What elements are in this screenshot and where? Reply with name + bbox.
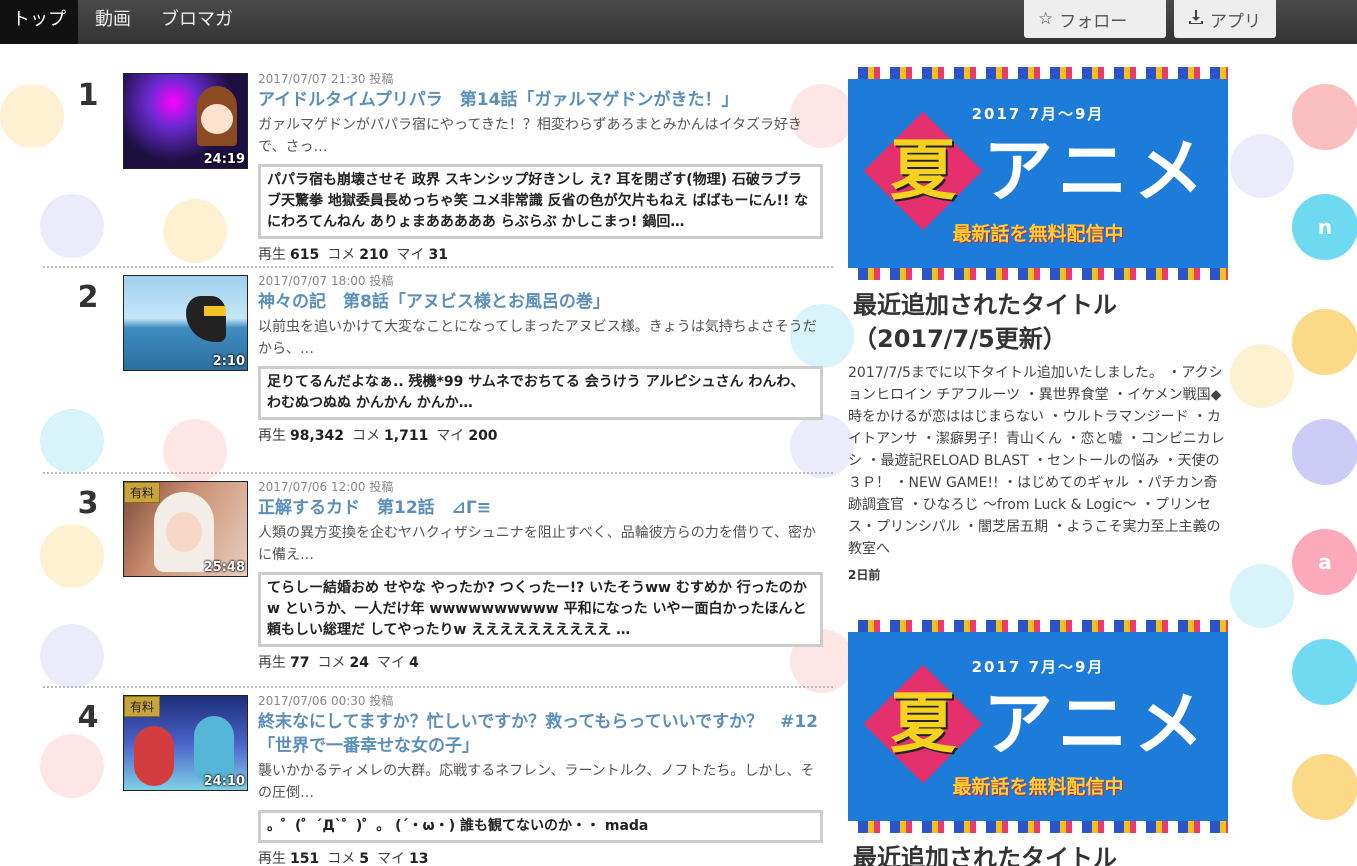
article-title-link[interactable]: 最近追加されたタイトル（2017/7/5更新） (848, 288, 1228, 356)
mylist-count: 200 (468, 428, 498, 444)
rank-number: 4 (77, 700, 99, 735)
banner-natsu: 夏 (890, 132, 956, 209)
paid-badge: 有料 (124, 696, 161, 717)
banner-natsu: 夏 (890, 685, 956, 762)
banner-free-text: 最新話を無料配信中 (952, 223, 1124, 245)
mylist-label: マイ (376, 851, 405, 866)
ranking-item: 3 有料 25:48 2017/07/06 12:00 投稿 正解するカド 第1… (43, 474, 833, 688)
download-icon (1188, 9, 1204, 30)
video-stats: 再生 98,342 コメ 1,711 マイ 200 (258, 425, 833, 453)
banner-season: 2017 7月～9月 (971, 105, 1105, 123)
comment-label: コメ (352, 428, 381, 444)
banner-season: 2017 7月～9月 (971, 658, 1105, 676)
comment-label: コメ (317, 655, 346, 671)
star-icon: ☆ (1038, 9, 1054, 29)
mylist-count: 4 (408, 655, 419, 671)
banner-pattern (848, 268, 1228, 280)
follow-button[interactable]: ☆ フォロー (1024, 0, 1166, 38)
post-date: 2017/07/07 18:00 投稿 (258, 274, 394, 288)
duration-label: 25:48 (203, 560, 245, 575)
comment-count: 210 (359, 247, 389, 263)
ranking-list: 1 24:19 2017/07/07 21:30 投稿 アイドルタイムプリパラ … (43, 66, 833, 866)
video-description: ガァルマゲドンがパパラ宿にやってきた！？相変わらずあろまとみかんはイタズラ好きで… (258, 117, 803, 155)
play-label: 再生 (258, 851, 286, 866)
duration-label: 24:19 (203, 152, 245, 167)
comment-label: コメ (327, 851, 356, 866)
duration-label: 2:10 (212, 354, 245, 369)
tab-blomaga[interactable]: ブロマガ (152, 0, 242, 44)
summer-anime-banner-2[interactable]: 2017 7月～9月 夏 アニメ 最新話を無料配信中 (848, 620, 1228, 833)
banner-pattern (848, 620, 1228, 632)
paid-badge: 有料 (124, 482, 161, 503)
video-description: 以前虫を追いかけて大変なことになってしまったアヌビス様。きょうは気持ちよさそうだ… (258, 319, 817, 357)
comment-count: 24 (349, 655, 369, 671)
video-description: 人類の異方変換を企むヤハクィザシュニナを阻止すべく、品輪彼方らの力を借りて、密か… (258, 525, 817, 563)
tab-top[interactable]: トップ (0, 0, 78, 44)
banner-pattern (848, 67, 1228, 79)
comment-preview: てらしー結婚おめ せやな やったか? つくったー!? いたそうww むすめか 行… (258, 572, 823, 647)
mylist-label: マイ (436, 428, 465, 444)
app-button[interactable]: アプリ (1174, 0, 1276, 38)
video-title-link[interactable]: アイドルタイムプリパラ 第14話「ガァルマゲドンがきた！」 (258, 88, 833, 112)
ranking-item: 4 有料 24:10 2017/07/06 00:30 投稿 終末なにしてますか… (43, 688, 833, 866)
top-navbar: トップ 動画 ブロマガ ☆ フォロー アプリ (0, 0, 1357, 44)
duration-label: 24:10 (203, 774, 245, 789)
mylist-count: 31 (428, 247, 448, 263)
summer-anime-banner[interactable]: 2017 7月～9月 夏 アニメ 最新話を無料配信中 (848, 67, 1228, 280)
post-date: 2017/07/06 12:00 投稿 (258, 480, 394, 494)
tab-video[interactable]: 動画 (82, 0, 144, 44)
video-thumbnail[interactable]: 有料 25:48 (123, 481, 248, 577)
side-column: 2017 7月～9月 夏 アニメ 最新話を無料配信中 最近追加されたタイトル（2… (848, 67, 1228, 866)
video-stats: 再生 151 コメ 5 マイ 13 (258, 848, 833, 866)
post-date: 2017/07/07 21:30 投稿 (258, 72, 394, 86)
video-stats: 再生 77 コメ 24 マイ 4 (258, 652, 833, 680)
video-title-link[interactable]: 終末なにしてますか？忙しいですか？救ってもらっていいですか？ #12「世界で一番… (258, 710, 833, 758)
play-count: 151 (290, 851, 320, 866)
comment-preview: パパラ宿も崩壊させそ 政界 スキンシップ好きンし え? 耳を閉ざす(物理) 石破… (258, 164, 823, 239)
mylist-count: 13 (408, 851, 429, 866)
play-label: 再生 (258, 247, 286, 263)
play-count: 615 (290, 247, 320, 263)
rank-number: 2 (77, 280, 99, 315)
play-count: 98,342 (290, 428, 345, 444)
video-thumbnail[interactable]: 2:10 (123, 275, 248, 371)
video-thumbnail[interactable]: 有料 24:10 (123, 695, 248, 791)
play-count: 77 (290, 655, 310, 671)
mylist-label: マイ (376, 655, 405, 671)
article-title-link-2[interactable]: 最近追加されたタイトル (848, 841, 1228, 866)
comment-preview: 。゜(゜´Д`゜)゜。 (´・ω・) 誰も観てないのか・・ mada (258, 810, 823, 843)
rank-number: 3 (77, 486, 99, 521)
banner-free-text: 最新話を無料配信中 (952, 776, 1124, 798)
banner-anime: アニメ (983, 683, 1210, 765)
video-title-link[interactable]: 正解するカド 第12話 ⊿Γ≡ (258, 496, 833, 520)
article-date: 2日前 (848, 568, 881, 582)
banner-pattern (848, 821, 1228, 833)
ranking-item: 1 24:19 2017/07/07 21:30 投稿 アイドルタイムプリパラ … (43, 66, 833, 268)
ranking-item: 2 2:10 2017/07/07 18:00 投稿 神々の記 第8話「アヌビス… (43, 268, 833, 474)
video-thumbnail[interactable]: 24:19 (123, 73, 248, 169)
follow-label: フォロー (1059, 11, 1128, 32)
app-label: アプリ (1210, 11, 1261, 32)
video-description: 襲いかかるティメレの大群。応戦するネフレン、ラーントルク、ノフトたち。しかし、そ… (258, 763, 815, 801)
comment-count: 5 (359, 851, 369, 866)
comment-label: コメ (327, 247, 356, 263)
play-label: 再生 (258, 428, 286, 444)
comment-count: 1,711 (384, 428, 429, 444)
play-label: 再生 (258, 655, 286, 671)
banner-anime: アニメ (983, 130, 1210, 212)
video-title-link[interactable]: 神々の記 第8話「アヌビス様とお風呂の巻」 (258, 290, 833, 314)
post-date: 2017/07/06 00:30 投稿 (258, 694, 394, 708)
comment-preview: 足りてるんだよなぁ.. 残機*99 サムネでおちてる 会うけう アルピシュさん … (258, 366, 823, 420)
mylist-label: マイ (396, 247, 425, 263)
rank-number: 1 (77, 78, 99, 113)
article-text: 2017/7/5までに以下タイトル追加いたしました。 ・アクションヒロイン チア… (848, 365, 1225, 557)
